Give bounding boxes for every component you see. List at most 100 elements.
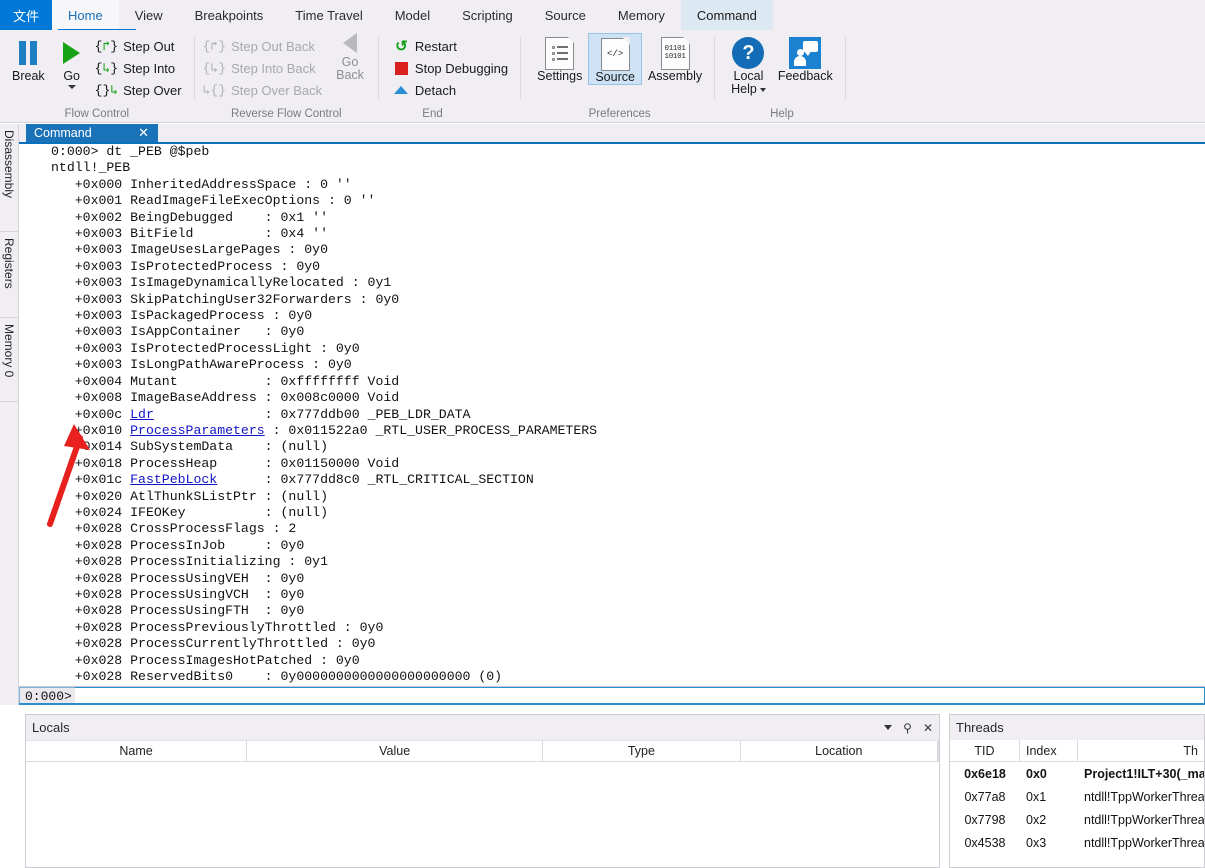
help-circle-icon: ? — [732, 36, 764, 70]
locals-rows[interactable] — [26, 762, 939, 866]
table-row[interactable]: 0x45380x3ntdll!TppWorkerThread — [950, 831, 1204, 854]
local-help-line2-text: Help — [731, 82, 757, 96]
pin-icon[interactable]: ⚲ — [903, 722, 912, 734]
tab-file-label: 文件 — [13, 6, 39, 25]
command-output-line: +0x010 ProcessParameters : 0x011522a0 _R… — [51, 423, 1205, 439]
stop-debugging-button[interactable]: Stop Debugging — [391, 57, 514, 79]
settings-button[interactable]: Settings — [531, 33, 588, 83]
dml-link[interactable]: ProcessParameters — [130, 423, 265, 438]
command-output-line: +0x002 BeingDebugged : 0x1 '' — [51, 210, 1205, 226]
command-output-line: +0x00c Ldr : 0x777ddb00 _PEB_LDR_DATA — [51, 407, 1205, 423]
chevron-down-icon[interactable] — [884, 725, 892, 730]
local-help-button[interactable]: ? Local Help — [725, 33, 772, 96]
tab-scripting-label: Scripting — [462, 8, 513, 23]
go-label: Go — [63, 70, 80, 83]
play-back-icon — [343, 33, 357, 53]
threads-column-thread[interactable]: Th — [1078, 740, 1204, 761]
step-out-back-label: Step Out Back — [231, 39, 315, 54]
command-output-line: +0x003 IsImageDynamicallyRelocated : 0y1 — [51, 275, 1205, 291]
break-label: Break — [12, 70, 45, 83]
step-into-back-label: Step Into Back — [231, 61, 316, 76]
feedback-button[interactable]: Feedback — [772, 33, 839, 83]
command-panel-tab[interactable]: Command ✕ — [26, 124, 158, 142]
reverse-flow-control-group-label: Reverse Flow Control — [201, 105, 372, 123]
tab-command[interactable]: Command — [681, 0, 773, 30]
command-output-line: +0x024 IFEOKey : (null) — [51, 505, 1205, 521]
command-panel: Command ✕ +0x0b0 HotPatchState : 0xababa… — [19, 124, 1205, 705]
locals-column-location[interactable]: Location — [741, 741, 938, 761]
thread-tid: 0x7798 — [950, 813, 1020, 827]
source-button[interactable]: </> Source — [588, 33, 642, 85]
tab-time-travel-label: Time Travel — [295, 8, 362, 23]
locals-column-type[interactable]: Type — [543, 741, 740, 761]
tab-model[interactable]: Model — [379, 0, 446, 30]
preferences-group-label: Preferences — [531, 105, 708, 123]
command-panel-tab-label: Command — [34, 126, 92, 140]
feedback-icon — [789, 36, 821, 70]
break-button[interactable]: Break — [6, 33, 51, 83]
dml-link[interactable]: FastPebLock — [130, 472, 217, 487]
sidebar-item-disassembly[interactable]: Disassembly — [0, 124, 18, 232]
command-output-line: +0x000 InheritedAddressSpace : 0 '' — [51, 177, 1205, 193]
pause-icon — [19, 36, 37, 70]
command-output[interactable]: +0x0b0 HotPatchState : 0xabababab (No ma… — [19, 144, 1205, 686]
end-group-label: End — [391, 105, 514, 123]
tab-source-label: Source — [545, 8, 586, 23]
dml-link[interactable]: Ldr — [130, 407, 154, 422]
command-output-line: +0x028 ProcessUsingVCH : 0y0 — [51, 587, 1205, 603]
step-into-back-button[interactable]: {↳} Step Into Back — [201, 57, 328, 79]
step-out-back-button[interactable]: {↱} Step Out Back — [201, 35, 328, 57]
chevron-down-icon[interactable] — [760, 88, 766, 92]
source-icon-text: </> — [607, 49, 623, 59]
tab-home[interactable]: Home — [52, 0, 119, 30]
tab-breakpoints[interactable]: Breakpoints — [179, 0, 280, 30]
ribbon-group-reverse-flow-control: {↱} Step Out Back {↳} Step Into Back ↳{}… — [195, 30, 378, 123]
go-button[interactable]: Go — [51, 33, 93, 89]
command-output-line: +0x014 SubSystemData : (null) — [51, 439, 1205, 455]
command-output-line: +0x003 SkipPatchingUser32Forwarders : 0y… — [51, 292, 1205, 308]
close-icon[interactable]: ✕ — [138, 126, 149, 140]
chevron-down-icon[interactable] — [68, 85, 76, 89]
sidebar-item-disassembly-label: Disassembly — [2, 130, 16, 198]
step-over-button[interactable]: {}↳ Step Over — [93, 79, 188, 101]
go-back-label-line2: Back — [336, 69, 364, 82]
go-back-button[interactable]: Go Back — [328, 33, 372, 82]
tab-file[interactable]: 文件 — [0, 0, 52, 30]
threads-column-index[interactable]: Index — [1020, 740, 1078, 761]
step-out-label: Step Out — [123, 39, 174, 54]
help-group-label: Help — [725, 105, 839, 123]
threads-panel-header: Threads — [950, 715, 1204, 740]
tab-memory-label: Memory — [618, 8, 665, 23]
sidebar-item-memory-0[interactable]: Memory 0 — [0, 318, 18, 402]
sidebar-item-registers[interactable]: Registers — [0, 232, 18, 318]
table-row[interactable]: 0x77a80x1ntdll!TppWorkerThread — [950, 785, 1204, 808]
step-out-back-icon: {↱} — [203, 39, 226, 54]
command-output-line: +0x028 ProcessUsingFTH : 0y0 — [51, 603, 1205, 619]
locals-column-name[interactable]: Name — [26, 741, 247, 761]
command-horizontal-scrollbar[interactable] — [19, 703, 1205, 705]
assembly-button[interactable]: 0110110101 Assembly — [642, 33, 708, 83]
table-row[interactable]: 0x77980x2ntdll!TppWorkerThread — [950, 808, 1204, 831]
detach-button[interactable]: Detach — [391, 79, 514, 101]
locals-panel-header: Locals ⚲ ✕ — [26, 715, 939, 740]
restart-button[interactable]: ↺ Restart — [391, 35, 514, 57]
step-into-back-icon: {↳} — [203, 61, 226, 76]
sidebar-item-memory-0-label: Memory 0 — [2, 324, 16, 377]
tab-view[interactable]: View — [119, 0, 179, 30]
sidebar-item-registers-label: Registers — [2, 238, 16, 289]
threads-column-tid[interactable]: TID — [950, 740, 1020, 761]
step-out-button[interactable]: {↱} Step Out — [93, 35, 188, 57]
threads-rows[interactable]: 0x6e180x0Project1!ILT+30(_mai0x77a80x1nt… — [950, 762, 1204, 854]
step-over-back-button[interactable]: ↳{} Step Over Back — [201, 79, 328, 101]
tab-memory[interactable]: Memory — [602, 0, 681, 30]
tab-time-travel[interactable]: Time Travel — [279, 0, 378, 30]
step-into-button[interactable]: {↳} Step Into — [93, 57, 188, 79]
tab-source[interactable]: Source — [529, 0, 602, 30]
close-icon[interactable]: ✕ — [923, 722, 933, 734]
locals-column-value[interactable]: Value — [247, 741, 543, 761]
tab-scripting[interactable]: Scripting — [446, 0, 529, 30]
locals-column-headers: Name Value Type Location — [26, 740, 939, 762]
threads-panel: Threads TID Index Th 0x6e180x0Project1!I… — [949, 714, 1205, 868]
table-row[interactable]: 0x6e180x0Project1!ILT+30(_mai — [950, 762, 1204, 785]
command-output-line: +0x003 IsPackagedProcess : 0y0 — [51, 308, 1205, 324]
